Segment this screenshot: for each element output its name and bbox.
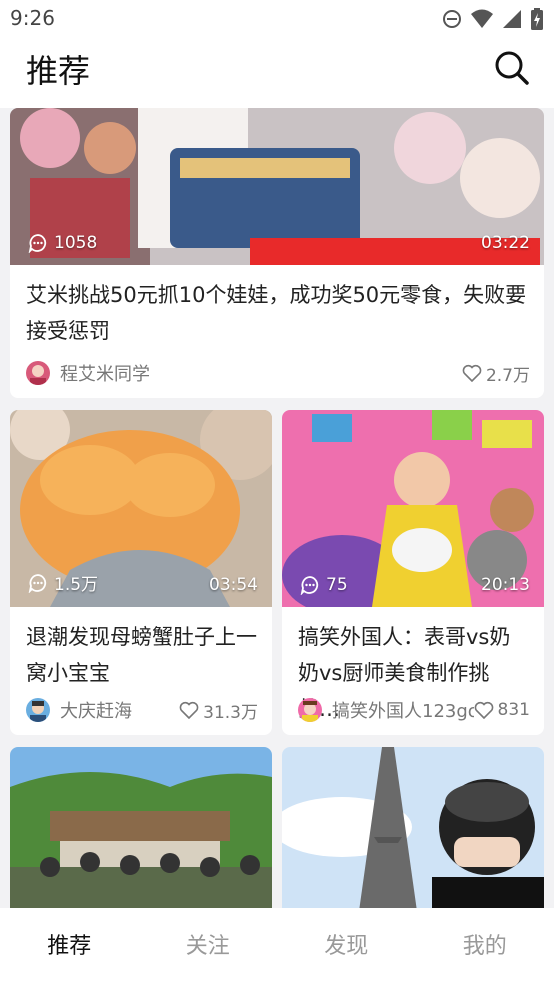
author-avatar[interactable]: [26, 698, 50, 722]
video-duration: 03:54: [209, 575, 258, 595]
status-bar: 9:26: [0, 0, 554, 36]
app-header: 推荐: [0, 36, 554, 108]
comment-icon: [300, 576, 319, 595]
signal-icon: [503, 10, 521, 28]
wifi-icon: [471, 9, 493, 28]
video-thumbnail[interactable]: 1.5万 03:54: [10, 410, 272, 607]
heart-icon: [474, 701, 493, 719]
heart-icon: [179, 701, 199, 719]
do-not-disturb-icon: [443, 10, 461, 28]
bottom-tab-bar: 推荐 关注 发现 我的: [0, 908, 554, 985]
video-meta: 搞笑外国人123go 831: [298, 697, 530, 723]
comment-icon: [28, 234, 47, 253]
video-duration: 20:13: [481, 575, 530, 595]
video-thumbnail[interactable]: [282, 747, 544, 908]
video-duration: 03:22: [481, 233, 530, 253]
author-avatar[interactable]: [298, 698, 322, 722]
comment-count: 75: [300, 575, 348, 595]
author-name[interactable]: 搞笑外国人123go: [332, 697, 474, 723]
author-name[interactable]: 大庆赶海: [60, 697, 179, 723]
status-icons: [442, 8, 544, 30]
like-button[interactable]: 831: [474, 700, 530, 720]
thumbnail-image: [282, 747, 544, 908]
video-card[interactable]: [10, 747, 272, 908]
comment-count: 1058: [28, 233, 97, 253]
thumbnail-image: [10, 747, 272, 908]
like-count: 831: [497, 700, 530, 720]
video-meta: 程艾米同学 2.7万: [26, 360, 530, 386]
like-count: 31.3万: [203, 702, 258, 723]
tab-following[interactable]: 关注: [139, 908, 278, 985]
video-card[interactable]: [282, 747, 544, 908]
tab-recommend[interactable]: 推荐: [0, 908, 139, 985]
video-thumbnail[interactable]: 75 20:13: [282, 410, 544, 607]
search-button[interactable]: [492, 48, 532, 88]
like-button[interactable]: 2.7万: [462, 361, 530, 386]
comment-count: 1.5万: [28, 570, 98, 595]
video-feed[interactable]: 1058 03:22 艾米挑战50元抓10个娃娃，成功奖50元零食，失败要接受惩…: [0, 108, 554, 908]
video-title[interactable]: 退潮发现母螃蟹肚子上一窝小宝宝: [10, 607, 272, 691]
like-button[interactable]: 31.3万: [179, 698, 258, 723]
video-card[interactable]: 1.5万 03:54 退潮发现母螃蟹肚子上一窝小宝宝 大庆赶海 31.3万: [10, 410, 272, 735]
video-title[interactable]: 艾米挑战50元抓10个娃娃，成功奖50元零食，失败要接受惩罚: [10, 265, 544, 349]
page-title: 推荐: [26, 52, 91, 90]
status-time: 9:26: [10, 6, 55, 30]
video-thumbnail[interactable]: [10, 747, 272, 908]
video-thumbnail[interactable]: 1058 03:22: [10, 108, 544, 265]
comment-icon: [28, 573, 47, 593]
author-avatar[interactable]: [26, 361, 50, 385]
battery-icon: [531, 8, 543, 30]
author-name[interactable]: 程艾米同学: [60, 360, 462, 386]
tab-me[interactable]: 我的: [416, 908, 554, 985]
heart-icon: [462, 364, 482, 382]
like-count: 2.7万: [485, 365, 530, 386]
tab-discover[interactable]: 发现: [277, 908, 416, 985]
video-card[interactable]: 75 20:13 搞笑外国人：表哥vs奶奶vs厨师美食制作挑战… 搞笑外国人12…: [282, 410, 544, 735]
video-card-featured[interactable]: 1058 03:22 艾米挑战50元抓10个娃娃，成功奖50元零食，失败要接受惩…: [10, 108, 544, 398]
video-meta: 大庆赶海 31.3万: [26, 697, 258, 723]
search-icon: [495, 51, 529, 85]
